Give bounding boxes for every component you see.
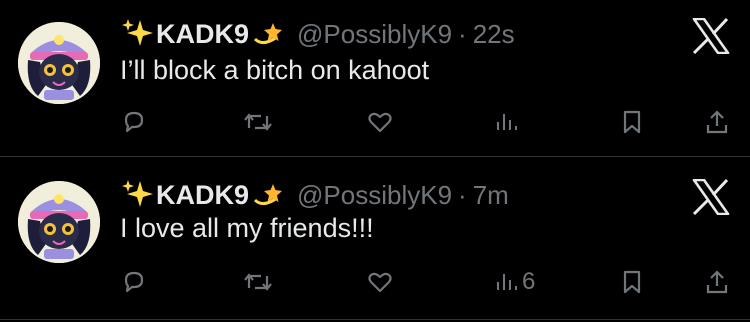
avatar-image — [18, 22, 100, 104]
dizzy-emoji-icon — [253, 184, 283, 205]
sparkles-emoji-icon — [122, 180, 153, 207]
views-icon — [497, 114, 517, 130]
handle[interactable]: @PossiblyK9 — [297, 180, 452, 211]
tweet-text: I’ll block a bitch on kahoot — [120, 55, 430, 85]
reply-icon — [124, 271, 144, 293]
action-bar: 6 — [0, 266, 750, 298]
tweet[interactable]: KADK9 @PossiblyK9 · 7m I love all my fri… — [0, 161, 750, 321]
views-icon — [497, 274, 517, 290]
handle[interactable]: @PossiblyK9 — [297, 19, 452, 50]
retweet-button[interactable] — [243, 266, 273, 298]
reply-button[interactable] — [120, 266, 148, 298]
like-button[interactable] — [366, 266, 394, 298]
x-logo-icon — [692, 179, 730, 215]
share-button[interactable] — [704, 106, 730, 138]
views-button[interactable]: 6 — [494, 266, 535, 298]
reply-icon — [124, 111, 144, 133]
views-count: 6 — [522, 268, 536, 295]
sparkles-emoji-icon — [122, 19, 153, 46]
display-name[interactable]: KADK9 — [156, 180, 249, 211]
timestamp[interactable]: 22s — [473, 19, 515, 50]
tweet-header: KADK9 @PossiblyK9 · 22s — [120, 14, 515, 54]
separator-dot: · — [458, 18, 467, 49]
avatar[interactable] — [18, 22, 100, 104]
share-icon — [706, 110, 728, 134]
tweet-divider — [0, 156, 750, 157]
share-button[interactable] — [704, 266, 730, 298]
retweet-icon — [244, 113, 272, 131]
action-bar — [0, 106, 750, 138]
tweet-text: I love all my friends!!! — [120, 213, 374, 243]
bookmark-icon — [623, 270, 641, 294]
bookmark-button[interactable] — [620, 106, 644, 138]
retweet-button[interactable] — [243, 106, 273, 138]
avatar-image — [18, 181, 100, 263]
avatar[interactable] — [18, 181, 100, 263]
tweet[interactable]: KADK9 @PossiblyK9 · 22s I’ll block a bit… — [0, 0, 750, 160]
reply-button[interactable] — [120, 106, 148, 138]
views-button[interactable] — [494, 106, 522, 138]
share-icon — [706, 270, 728, 294]
retweet-icon — [244, 273, 272, 291]
dizzy-emoji-icon — [253, 23, 283, 44]
separator-dot: · — [458, 179, 467, 210]
display-name[interactable]: KADK9 — [156, 19, 249, 50]
timestamp[interactable]: 7m — [473, 180, 509, 211]
bookmark-button[interactable] — [620, 266, 644, 298]
like-button[interactable] — [366, 106, 394, 138]
like-icon — [368, 112, 392, 133]
x-logo-icon — [692, 18, 730, 54]
bookmark-icon — [623, 110, 641, 134]
tweet-divider — [0, 319, 750, 320]
tweet-header: KADK9 @PossiblyK9 · 7m — [120, 175, 509, 215]
like-icon — [368, 272, 392, 293]
